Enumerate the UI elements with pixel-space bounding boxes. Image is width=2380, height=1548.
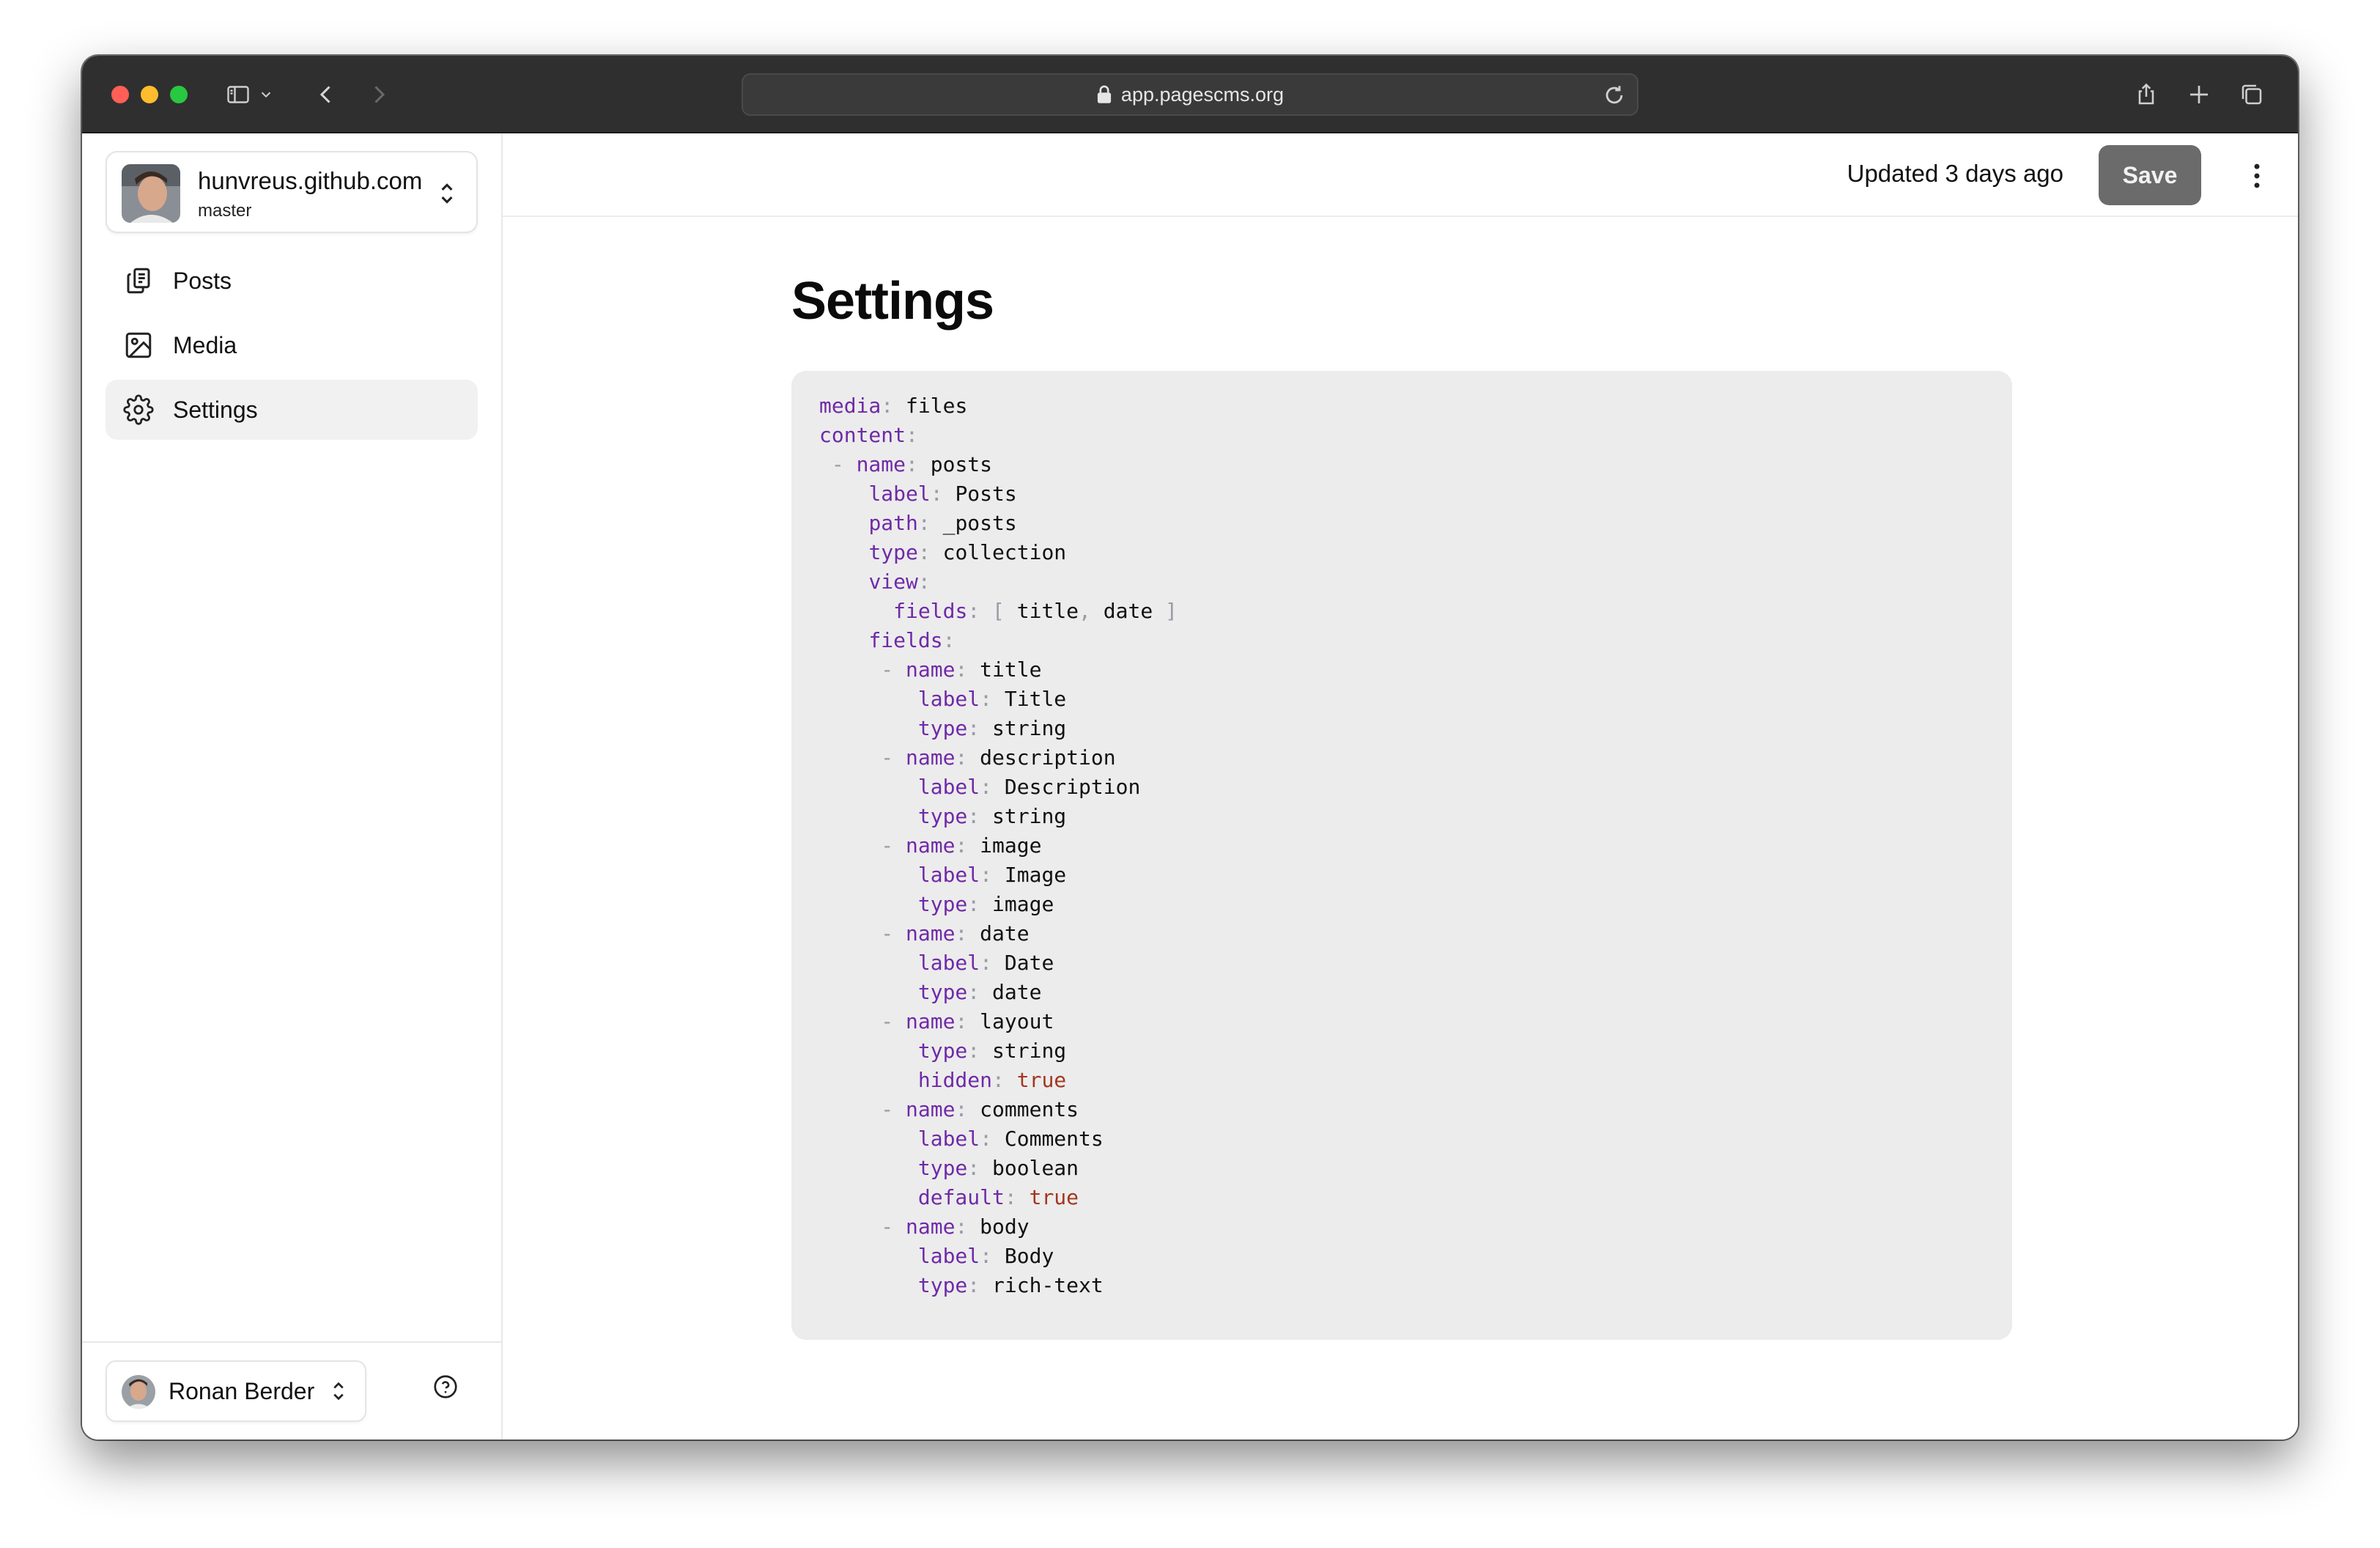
code-line: type: string: [917, 804, 1067, 828]
page-header: Updated 3 days ago Save: [503, 133, 2298, 217]
code-line: type: boolean: [917, 1156, 1079, 1180]
chevron-down-icon[interactable]: [255, 78, 277, 111]
repo-name: hunvreus.github.com: [198, 167, 423, 194]
sidebar-item-media[interactable]: Media: [106, 315, 478, 375]
user-name: Ronan Berder: [169, 1378, 315, 1404]
code-line: content:: [819, 423, 918, 447]
sidebar-item-label: Posts: [173, 267, 232, 294]
code-line: type: image: [917, 892, 1054, 916]
code-line: - name: date: [881, 921, 1030, 946]
minimize-window-button[interactable]: [141, 86, 158, 103]
code-line: type: date: [917, 980, 1042, 1004]
sidebar-footer: Ronan Berder: [82, 1341, 501, 1440]
sidebar-item-settings[interactable]: Settings: [106, 380, 478, 440]
yaml-code-editor[interactable]: media: files content: - name: posts label…: [791, 371, 2012, 1340]
code-content[interactable]: media: files content: - name: posts label…: [819, 391, 1178, 1300]
code-line: - name: description: [881, 745, 1116, 770]
save-button[interactable]: Save: [2099, 145, 2201, 205]
browser-toolbar: app.pagescms.org: [82, 56, 2298, 133]
documents-icon: [123, 265, 154, 296]
code-line: label: Body: [917, 1244, 1054, 1268]
code-line: type: string: [917, 1039, 1067, 1063]
code-line: path: _posts: [868, 511, 1017, 535]
sidebar-item-posts[interactable]: Posts: [106, 251, 478, 311]
chevron-up-down-icon: [437, 180, 457, 207]
sidebar-toggle-icon[interactable]: [221, 78, 255, 111]
page-title: Settings: [791, 272, 994, 331]
code-line: label: Comments: [917, 1127, 1104, 1151]
close-window-button[interactable]: [111, 86, 129, 103]
help-icon[interactable]: [432, 1374, 459, 1400]
code-line: media: files: [819, 394, 968, 418]
browser-window: app.pagescms.org hunvreus.github.com mas…: [82, 56, 2298, 1440]
chevron-up-down-icon: [330, 1379, 347, 1403]
lock-icon: [1096, 85, 1112, 104]
code-line: type: collection: [868, 540, 1067, 564]
forward-icon[interactable]: [362, 78, 396, 111]
avatar: [122, 1375, 155, 1409]
code-line: label: Title: [917, 687, 1067, 711]
code-line: - name: comments: [881, 1097, 1079, 1121]
code-line: type: rich-text: [917, 1273, 1104, 1297]
zoom-window-button[interactable]: [170, 86, 188, 103]
repo-avatar: [122, 164, 180, 223]
code-line: type: string: [917, 716, 1067, 740]
code-line: label: Date: [917, 951, 1054, 975]
image-icon: [123, 330, 154, 361]
code-line: - name: layout: [881, 1009, 1054, 1033]
code-line: fields:: [868, 628, 956, 652]
code-line: view:: [868, 570, 931, 594]
code-line: - name: image: [881, 833, 1042, 858]
user-menu[interactable]: Ronan Berder: [106, 1360, 366, 1422]
sidebar-item-label: Settings: [173, 396, 258, 423]
code-line: - name: title: [881, 657, 1042, 682]
sidebar-nav: Posts Media Settings: [106, 251, 478, 444]
back-icon[interactable]: [309, 78, 343, 111]
repo-switcher[interactable]: hunvreus.github.com master: [106, 151, 478, 233]
main-content: Updated 3 days ago Save Settings media: …: [503, 133, 2298, 1440]
code-line: hidden: true: [917, 1068, 1067, 1092]
more-options-icon[interactable]: [2241, 160, 2273, 192]
code-line: label: Image: [917, 863, 1067, 887]
code-line: label: Posts: [868, 482, 1017, 506]
url-text: app.pagescms.org: [1120, 83, 1285, 106]
last-updated-status: Updated 3 days ago: [1847, 160, 2063, 187]
share-icon[interactable]: [2129, 78, 2163, 111]
code-line: fields: [ title, date ]: [893, 599, 1178, 623]
code-line: - name: posts: [831, 452, 993, 476]
sidebar: hunvreus.github.com master Posts Media S…: [82, 133, 503, 1440]
code-line: - name: body: [881, 1215, 1030, 1239]
repo-branch: master: [198, 201, 252, 221]
new-tab-icon[interactable]: [2182, 78, 2216, 111]
gear-icon: [123, 394, 154, 425]
reload-icon[interactable]: [1602, 83, 1627, 108]
tab-overview-icon[interactable]: [2235, 78, 2269, 111]
code-line: default: true: [917, 1185, 1079, 1209]
sidebar-item-label: Media: [173, 331, 237, 358]
code-line: label: Description: [917, 775, 1141, 799]
address-bar[interactable]: app.pagescms.org: [742, 73, 1638, 116]
